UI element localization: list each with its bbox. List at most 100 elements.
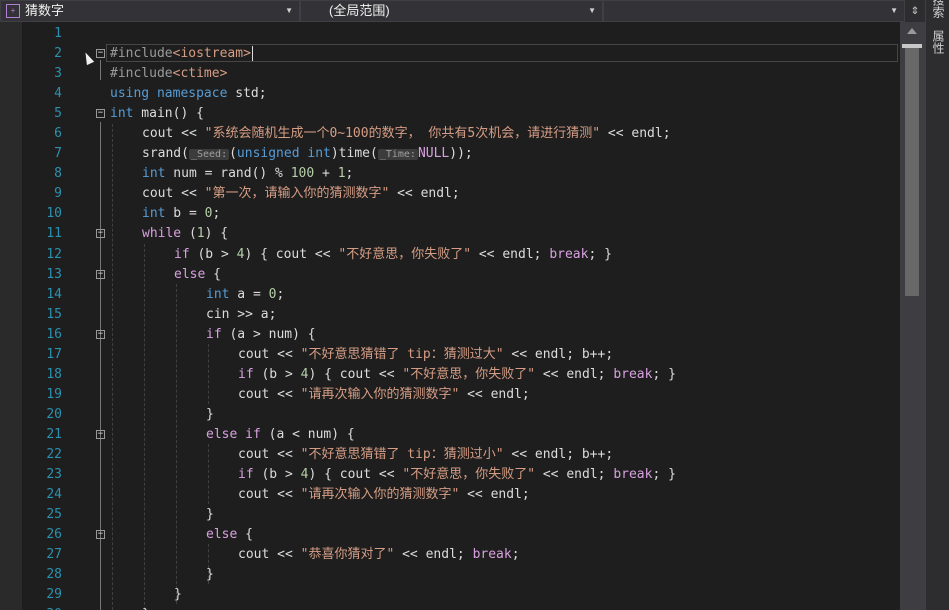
member-dropdown[interactable]: ▼ xyxy=(603,0,905,22)
string-literal: "恭喜你猜对了" xyxy=(300,547,395,563)
code-text: cout << "请再次输入你的猜测数字" << endl; xyxy=(238,385,530,405)
collapse-icon[interactable]: − xyxy=(96,269,105,279)
line-number: 13 xyxy=(46,266,62,282)
scroll-up-icon[interactable] xyxy=(907,28,917,34)
code-fragment: ) { cout << xyxy=(244,246,339,262)
code-fragment: )time( xyxy=(330,146,378,162)
chevron-down-icon: ▼ xyxy=(588,6,596,15)
code-text: } xyxy=(206,567,214,583)
string-literal: "不好意思猜错了 tip：猜测过大" xyxy=(300,346,504,362)
code-line-11: 11 − while (1) { xyxy=(0,224,900,244)
code-text: else if (a < num) { xyxy=(206,425,355,445)
line-number: 29 xyxy=(46,587,62,603)
code-fragment: ; } xyxy=(588,246,612,262)
code-line-7: 7 srand(_Seed: (unsigned int)time(_Time: N… xyxy=(0,144,900,164)
keyword: if xyxy=(238,366,254,382)
collapse-icon[interactable]: − xyxy=(96,530,105,540)
keyword: if xyxy=(245,426,261,442)
keyword: if xyxy=(206,326,222,342)
code-fragment: a = xyxy=(229,286,269,302)
collapse-icon[interactable]: − xyxy=(96,429,105,439)
code-editor[interactable]: 1 2 − #include<iostream> 3 #include<ctim… xyxy=(0,22,900,610)
keyword: else xyxy=(174,266,206,282)
vertical-scrollbar[interactable] xyxy=(900,22,925,610)
include-header: <ctime> xyxy=(172,66,228,82)
project-label: 猜数字 xyxy=(25,3,65,18)
project-icon: + xyxy=(6,4,20,18)
line-number: 3 xyxy=(54,66,62,82)
code-fragment: << endl; b++; xyxy=(503,446,614,462)
line-number: 11 xyxy=(46,226,62,242)
project-dropdown[interactable]: + 猜数字 ▼ xyxy=(0,0,300,22)
line-number: 18 xyxy=(46,366,62,382)
code-line-23: 23 if (b > 4) { cout << "不好意思，你失败了" << e… xyxy=(0,465,900,485)
code-fragment: (b > xyxy=(189,246,237,262)
collapse-icon[interactable]: − xyxy=(96,229,105,239)
code-fragment: + xyxy=(314,166,338,182)
code-fragment: srand( xyxy=(142,146,189,162)
code-line-21: 21 − else if (a < num) { xyxy=(0,425,900,445)
string-literal: "第一次，请输入你的猜测数字" xyxy=(204,186,390,202)
code-text: #include<iostream> xyxy=(110,44,251,64)
string-literal: "不好意思猜错了 tip：猜测过小" xyxy=(300,446,504,462)
code-text: cout << "第一次，请输入你的猜测数字" << endl; xyxy=(142,184,460,204)
line-number: 25 xyxy=(46,507,62,523)
code-fragment: ; } xyxy=(652,366,676,382)
code-text: cin >> a; xyxy=(206,306,277,322)
keyword: break xyxy=(613,366,653,382)
code-fragment: << endl; xyxy=(535,467,614,483)
line-number: 15 xyxy=(46,306,62,322)
line-number: 26 xyxy=(46,527,62,543)
scrollbar-thumb[interactable] xyxy=(905,44,919,296)
code-fragment: << endl; xyxy=(535,366,614,382)
code-text: using namespace std; xyxy=(110,84,267,104)
split-icon: ⇕ xyxy=(910,2,920,18)
parameter-hint: _Time: xyxy=(377,149,418,161)
string-literal: "不好意思，你失败了" xyxy=(402,467,536,483)
code-fragment: ; } xyxy=(652,467,676,483)
navigation-bar: + 猜数字 ▼ (全局范围) ▼ ▼ xyxy=(0,0,905,23)
line-number: 23 xyxy=(46,467,62,483)
code-fragment: std; xyxy=(227,86,267,102)
keyword: using xyxy=(110,86,150,102)
include-header: <iostream> xyxy=(172,46,251,62)
parameter-hint: _Seed: xyxy=(188,149,230,161)
line-number: 16 xyxy=(46,326,62,342)
code-line-16: 16 − if (a > num) { xyxy=(0,325,900,345)
keyword: break xyxy=(549,246,589,262)
keyword: break xyxy=(613,467,653,483)
side-tab-search[interactable]: 搜索 xyxy=(929,0,947,18)
code-fragment: num = rand() % xyxy=(165,166,291,182)
line-number: 7 xyxy=(54,146,62,162)
line-number: 20 xyxy=(46,406,62,422)
code-text: else { xyxy=(206,525,253,545)
code-line-13: 13 − else { xyxy=(0,265,900,285)
code-fragment: { xyxy=(237,527,253,543)
collapse-icon[interactable]: − xyxy=(96,109,105,119)
code-fragment: ; xyxy=(511,547,520,563)
scope-dropdown[interactable]: (全局范围) ▼ xyxy=(300,0,603,22)
code-fragment: ) { xyxy=(204,226,229,242)
string-literal: "请再次输入你的猜测数字" xyxy=(300,386,460,402)
collapse-icon[interactable]: − xyxy=(96,329,105,339)
code-text: cout << "恭喜你猜对了" << endl; break; xyxy=(238,545,520,565)
side-tab-properties[interactable]: 属性 xyxy=(929,30,947,54)
collapse-icon[interactable]: − xyxy=(96,49,105,59)
number-literal: 1 xyxy=(337,166,346,182)
side-panel: 搜索 属性 xyxy=(925,0,949,610)
code-fragment: cout << xyxy=(238,386,301,402)
split-window-button[interactable]: ⇕ xyxy=(905,0,925,22)
code-fragment: cout << xyxy=(238,346,301,362)
code-text: cout << "请再次输入你的猜测数字" << endl; xyxy=(238,485,530,505)
code-fragment: ( xyxy=(229,146,237,162)
code-line-15: 15 cin >> a; xyxy=(0,305,900,325)
code-lines: 1 2 − #include<iostream> 3 #include<ctim… xyxy=(0,24,900,610)
split-handle[interactable] xyxy=(902,44,922,48)
code-fragment: (b > xyxy=(253,366,301,382)
code-line-1: 1 xyxy=(0,24,900,44)
line-number: 4 xyxy=(54,86,62,102)
code-text: } xyxy=(142,605,150,610)
code-line-25: 25 } xyxy=(0,505,900,525)
line-number: 28 xyxy=(46,567,62,583)
code-text: if (b > 4) { cout << "不好意思，你失败了" << endl… xyxy=(174,245,612,265)
